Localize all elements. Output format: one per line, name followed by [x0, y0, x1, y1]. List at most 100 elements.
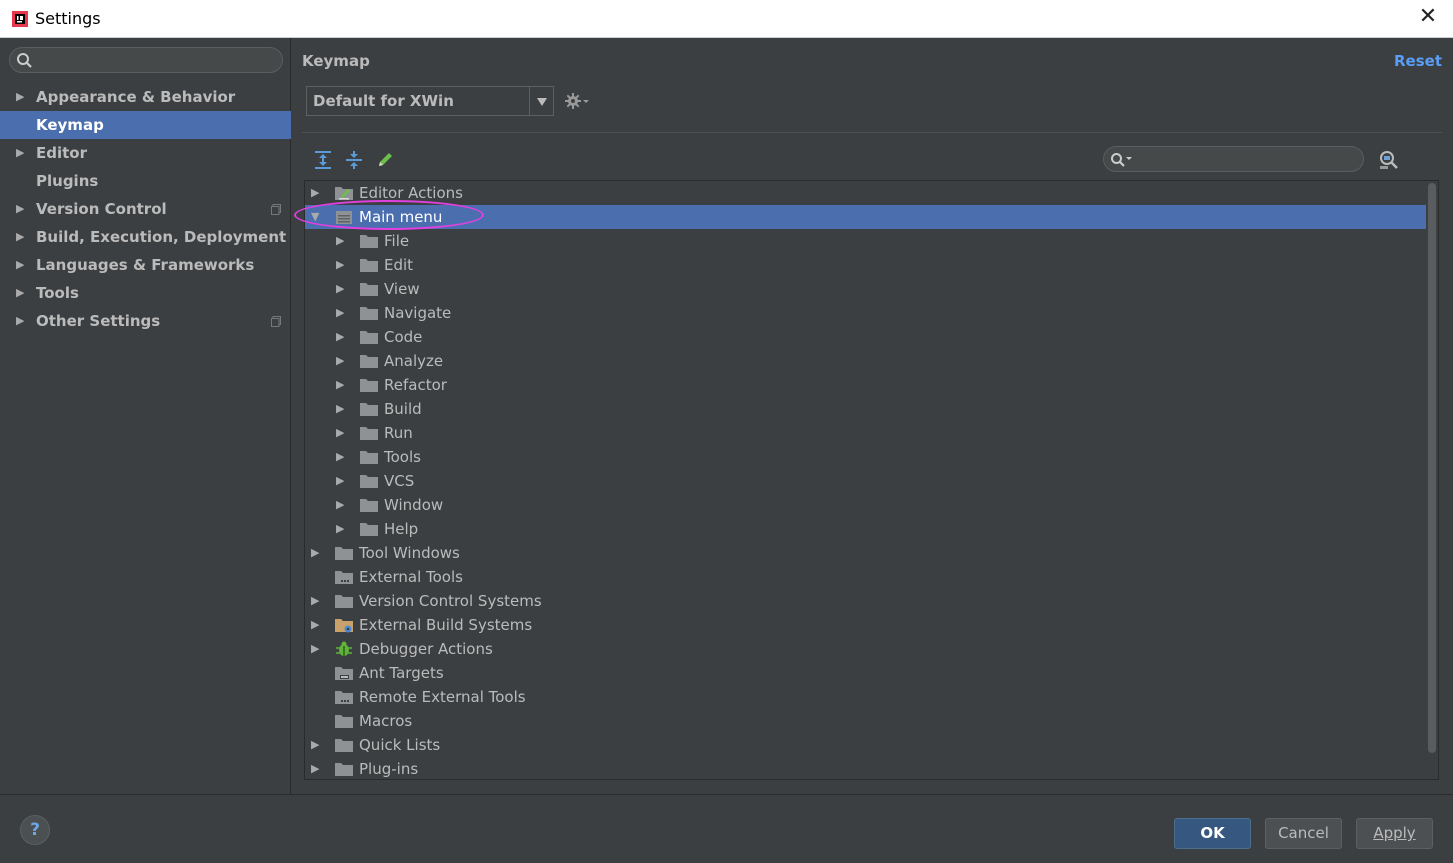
expand-arrow-icon[interactable]: ▶	[16, 195, 24, 223]
window-titlebar: Settings ✕	[0, 0, 1453, 38]
tree-row-run[interactable]: ▶ Run	[305, 421, 1426, 445]
tree-row-tools[interactable]: ▶ Tools	[305, 445, 1426, 469]
tree-row-vcs[interactable]: ▶ VCS	[305, 469, 1426, 493]
sidebar-item-tools[interactable]: ▶ Tools	[0, 279, 291, 307]
close-icon[interactable]: ✕	[1417, 6, 1439, 28]
expand-arrow-icon[interactable]: ▶	[311, 733, 319, 757]
settings-search-input[interactable]	[38, 50, 274, 70]
help-button[interactable]: ?	[20, 815, 50, 845]
project-settings-icon	[271, 316, 281, 327]
sidebar-item-label: Version Control	[36, 200, 167, 218]
reset-link[interactable]: Reset	[1394, 52, 1442, 70]
tree-row-ant-targets[interactable]: Ant Targets	[305, 661, 1426, 685]
tree-row-debugger-actions[interactable]: ▶ Debugger Actions	[305, 637, 1426, 661]
expand-arrow-icon[interactable]: ▶	[336, 445, 344, 469]
tree-scrollbar[interactable]	[1428, 183, 1436, 753]
search-options-icon[interactable]	[1110, 152, 1136, 168]
tree-row-label: View	[384, 280, 420, 298]
expand-arrow-icon[interactable]: ▶	[16, 307, 24, 335]
keymap-select[interactable]: Default for XWin	[306, 86, 554, 116]
apply-button[interactable]: Apply	[1356, 818, 1433, 849]
collapse-arrow-icon[interactable]: ▼	[311, 205, 319, 229]
tree-row-build[interactable]: ▶ Build	[305, 397, 1426, 421]
tree-row-label: Help	[384, 520, 419, 538]
expand-arrow-icon[interactable]: ▶	[16, 139, 24, 167]
tree-row-refactor[interactable]: ▶ Refactor	[305, 373, 1426, 397]
expand-all-icon[interactable]	[313, 150, 333, 170]
tree-row-edit[interactable]: ▶ Edit	[305, 253, 1426, 277]
tree-row-label: External Tools	[359, 568, 463, 586]
folder-icon	[335, 763, 353, 776]
expand-arrow-icon[interactable]: ▶	[336, 325, 344, 349]
tree-row-file[interactable]: ▶ File	[305, 229, 1426, 253]
cancel-button[interactable]: Cancel	[1265, 818, 1342, 849]
expand-arrow-icon[interactable]: ▶	[336, 349, 344, 373]
tree-row-remote-external-tools[interactable]: Remote External Tools	[305, 685, 1426, 709]
tree-row-quick-lists[interactable]: ▶ Quick Lists	[305, 733, 1426, 757]
expand-arrow-icon[interactable]: ▶	[311, 637, 319, 661]
tree-row-window[interactable]: ▶ Window	[305, 493, 1426, 517]
tree-row-analyze[interactable]: ▶ Analyze	[305, 349, 1426, 373]
expand-arrow-icon[interactable]: ▶	[336, 469, 344, 493]
gear-icon[interactable]	[565, 92, 591, 110]
expand-arrow-icon[interactable]: ▶	[336, 421, 344, 445]
expand-arrow-icon[interactable]: ▶	[311, 541, 319, 565]
expand-arrow-icon[interactable]: ▶	[16, 279, 24, 307]
expand-arrow-icon[interactable]: ▶	[16, 223, 24, 251]
sidebar-item-build-execution-deployment[interactable]: ▶ Build, Execution, Deployment	[0, 223, 291, 251]
tree-row-editor-actions[interactable]: ▶ Editor Actions	[305, 181, 1426, 205]
tree-row-external-tools[interactable]: External Tools	[305, 565, 1426, 589]
tree-row-label: File	[384, 232, 410, 250]
collapse-all-icon[interactable]	[344, 150, 364, 170]
find-by-shortcut-icon[interactable]	[1378, 149, 1400, 171]
sidebar-item-languages-frameworks[interactable]: ▶ Languages & Frameworks	[0, 251, 291, 279]
expand-arrow-icon[interactable]: ▶	[311, 613, 319, 637]
keymap-filter[interactable]	[1103, 146, 1364, 172]
sidebar-item-appearance-behavior[interactable]: ▶ Appearance & Behavior	[0, 83, 291, 111]
dropdown-arrow-icon[interactable]	[529, 87, 553, 115]
settings-search[interactable]	[9, 47, 283, 73]
keymap-actions-tree[interactable]: ▶ Plug-ins ▶ Quick Lists Macros Remote Extern…	[304, 180, 1439, 780]
edit-pencil-icon[interactable]	[375, 150, 395, 170]
expand-arrow-icon[interactable]: ▶	[336, 277, 344, 301]
expand-arrow-icon[interactable]: ▶	[336, 229, 344, 253]
keymap-select-value: Default for XWin	[313, 92, 454, 110]
tree-row-label: Analyze	[384, 352, 444, 370]
keymap-filter-input[interactable]	[1138, 149, 1353, 169]
tree-row-help[interactable]: ▶ Help	[305, 517, 1426, 541]
sidebar-item-version-control[interactable]: ▶ Version Control	[0, 195, 291, 223]
expand-arrow-icon[interactable]: ▶	[336, 517, 344, 541]
sidebar-item-label: Keymap	[36, 116, 104, 134]
sidebar-item-other-settings[interactable]: ▶ Other Settings	[0, 307, 291, 335]
folder-icon	[335, 739, 353, 752]
tree-row-version-control-systems[interactable]: ▶ Version Control Systems	[305, 589, 1426, 613]
expand-arrow-icon[interactable]: ▶	[336, 253, 344, 277]
tree-row-tool-windows[interactable]: ▶ Tool Windows	[305, 541, 1426, 565]
tree-row-plug-ins[interactable]: ▶ Plug-ins	[305, 757, 1426, 779]
sidebar-item-keymap[interactable]: Keymap	[0, 111, 291, 139]
external-build-icon	[335, 619, 353, 633]
tree-row-code[interactable]: ▶ Code	[305, 325, 1426, 349]
expand-arrow-icon[interactable]: ▶	[336, 373, 344, 397]
expand-arrow-icon[interactable]: ▶	[311, 757, 319, 779]
expand-arrow-icon[interactable]: ▶	[336, 397, 344, 421]
tree-row-macros[interactable]: Macros	[305, 709, 1426, 733]
tree-row-navigate[interactable]: ▶ Navigate	[305, 301, 1426, 325]
tree-row-label: Debugger Actions	[359, 640, 493, 658]
editor-actions-icon	[335, 187, 353, 200]
tree-row-view[interactable]: ▶ View	[305, 277, 1426, 301]
expand-arrow-icon[interactable]: ▶	[16, 251, 24, 279]
expand-arrow-icon[interactable]: ▶	[311, 589, 319, 613]
tree-row-external-build-systems[interactable]: ▶ External Build Systems	[305, 613, 1426, 637]
ok-button[interactable]: OK	[1174, 818, 1251, 849]
sidebar-item-plugins[interactable]: Plugins	[0, 167, 291, 195]
expand-arrow-icon[interactable]: ▶	[311, 181, 319, 205]
tree-row-label: Ant Targets	[359, 664, 444, 682]
sidebar-item-editor[interactable]: ▶ Editor	[0, 139, 291, 167]
dialog-footer: ? OK Cancel Apply	[0, 794, 1453, 863]
expand-arrow-icon[interactable]: ▶	[336, 301, 344, 325]
tree-row-main-menu[interactable]: ▼ Main menu	[305, 205, 1426, 229]
expand-arrow-icon[interactable]: ▶	[336, 493, 344, 517]
tree-row-label: Build	[384, 400, 422, 418]
expand-arrow-icon[interactable]: ▶	[16, 83, 24, 111]
